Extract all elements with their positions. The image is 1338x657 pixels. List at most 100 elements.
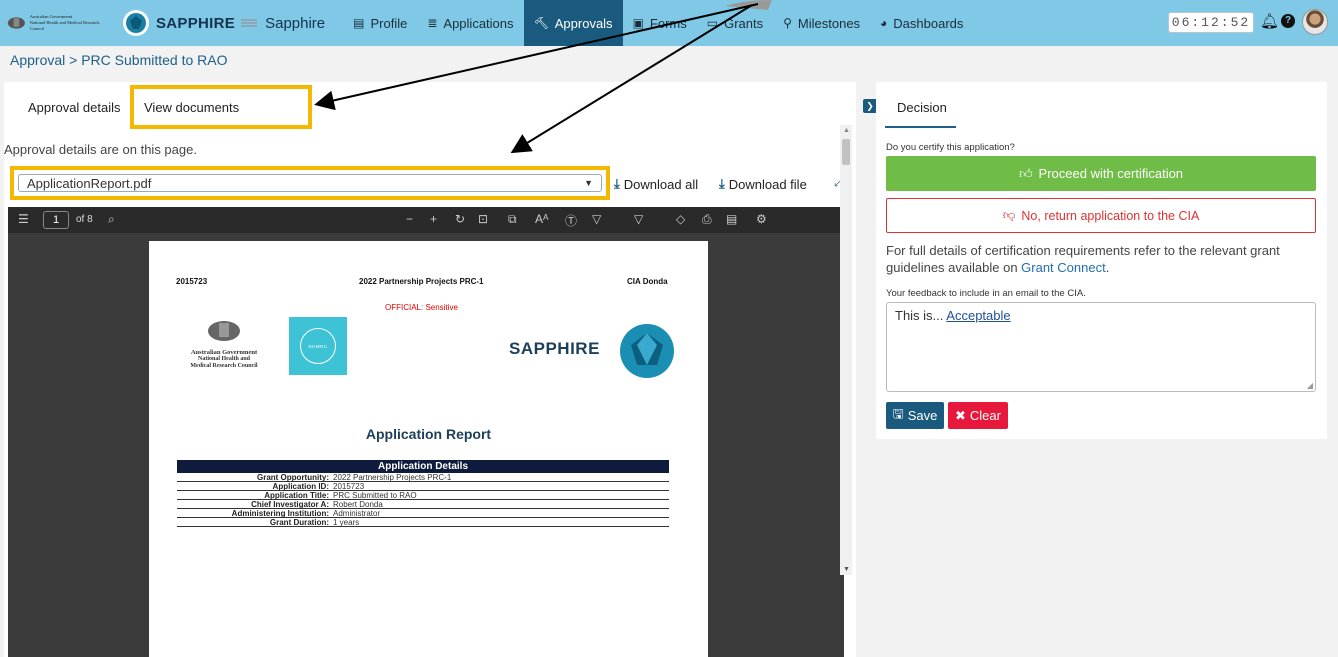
sapphire-gem-icon xyxy=(620,324,674,378)
download-file-button[interactable]: ⤓ Download file xyxy=(719,176,807,192)
avatar[interactable] xyxy=(1302,9,1328,35)
gov-line2: National Health and Medical Research Cou… xyxy=(29,20,100,31)
collapse-panel-icon[interactable]: ❯ xyxy=(863,99,877,113)
nav-approvals[interactable]: 🔨︎ Approvals xyxy=(523,0,623,46)
nav-grants[interactable]: ▭ Grants xyxy=(697,0,773,46)
zoom-out-icon[interactable]: − xyxy=(406,212,413,226)
bell-icon[interactable]: 🔔︎ xyxy=(1260,12,1279,30)
nav-dashboards[interactable]: ◕ Dashboards xyxy=(870,0,973,46)
grant-connect-link[interactable]: Grant Connect xyxy=(1021,260,1106,275)
pdf-scrollbar[interactable]: ▲ ▼ xyxy=(840,125,852,575)
table-row: Application ID: 2015723 xyxy=(177,482,669,491)
sapphire-logo-icon[interactable] xyxy=(122,9,150,37)
pdf-page: 2015723 2022 Partnership Projects PRC-1 … xyxy=(149,241,708,657)
nav-profile[interactable]: ▤ Profile xyxy=(343,0,417,46)
table-row: Application Title: PRC Submitted to RAO xyxy=(177,491,669,500)
form-icon: ▣ xyxy=(632,16,644,30)
chevron-down-icon: ▼ xyxy=(584,178,593,188)
pdf-gov-logo: Australian Government National Health an… xyxy=(179,315,269,370)
autocorrect-word[interactable]: Acceptable xyxy=(946,308,1010,323)
draw-icon[interactable]: ▽ xyxy=(634,212,643,226)
certification-info: For full details of certification requir… xyxy=(886,243,1280,275)
decision-panel: Decision Do you certify this application… xyxy=(876,82,1327,439)
feedback-label: Your feedback to include in an email to … xyxy=(886,288,1086,299)
nav-forms[interactable]: ▣ Forms xyxy=(623,0,697,46)
scrollbar-thumb[interactable] xyxy=(842,139,850,165)
save-icon[interactable]: ▤ xyxy=(726,212,737,226)
pdf-classification: OFFICIAL: Sensitive xyxy=(385,303,458,312)
text-size-icon[interactable]: Aᴬ xyxy=(535,212,548,226)
nav-milestones[interactable]: ⚲ Milestones xyxy=(773,0,870,46)
page-total: of 8 xyxy=(76,214,93,225)
thumbs-down-icon: 👎︎ xyxy=(1002,208,1016,222)
eraser-icon[interactable]: ◇ xyxy=(676,212,685,226)
page-view-icon[interactable]: ⧉ xyxy=(508,212,517,227)
tab-view-documents[interactable]: View documents xyxy=(144,100,239,115)
monitor-icon: ▭ xyxy=(706,16,719,30)
id-card-icon: ▤ xyxy=(353,16,365,30)
brand-name[interactable]: SAPPHIRE xyxy=(156,15,235,32)
pdf-nhmrc-logo: NHMRC xyxy=(289,317,347,375)
dashboard-icon: ◕ xyxy=(880,16,888,30)
close-icon: ✖ xyxy=(955,407,966,423)
download-all-button[interactable]: ⤓ Download all xyxy=(614,176,698,192)
scroll-up-icon[interactable]: ▲ xyxy=(843,127,850,134)
app-name[interactable]: Sapphire xyxy=(265,15,325,32)
clear-button[interactable]: ✖ Clear xyxy=(948,402,1008,429)
zoom-in-icon[interactable]: + xyxy=(430,212,437,226)
thumbs-up-icon: 👍︎ xyxy=(1018,165,1033,181)
map-pin-icon: ⚲ xyxy=(783,16,792,30)
download-icon: ⤓ xyxy=(614,176,620,191)
tab-approval-details[interactable]: Approval details xyxy=(28,100,121,115)
pdf-table-title: Application Details xyxy=(177,460,669,473)
pdf-viewer: ☰ 1 of 8 ⌕ − + ↻ ⊡ ⧉ Aᴬ Ⓣ ▽ ▽ ◇ ⎙ ▤ ⚙ 20… xyxy=(8,207,844,657)
table-row: Chief Investigator A: Robert Donda xyxy=(177,500,669,509)
resize-handle-icon[interactable]: ◢ xyxy=(1307,381,1313,390)
document-select-value: ApplicationReport.pdf xyxy=(27,175,152,191)
table-row: Grant Duration: 1 years xyxy=(177,518,669,527)
pdf-details-table: Application Details Grant Opportunity: 20… xyxy=(177,460,669,527)
pdf-report-title: Application Report xyxy=(365,426,492,442)
session-timer: 06:12:52 xyxy=(1168,12,1254,33)
search-icon[interactable]: ⌕ xyxy=(108,212,115,227)
top-navbar: Australian Government National Health an… xyxy=(0,0,1338,46)
approval-hint: Approval details are on this page. xyxy=(4,142,197,157)
save-button[interactable]: 🖫︎ Save xyxy=(886,402,944,429)
tab-decision[interactable]: Decision xyxy=(897,100,947,115)
rotate-icon[interactable]: ↻ xyxy=(455,212,465,226)
page-number-input[interactable]: 1 xyxy=(43,211,69,229)
highlight-box-select: ApplicationReport.pdf ▼ xyxy=(10,166,610,200)
approval-panel: Approval details View documents Approval… xyxy=(4,82,856,657)
pdf-header-cia: CIA Donda xyxy=(627,277,668,286)
table-row: Grant Opportunity: 2022 Partnership Proje… xyxy=(177,473,669,482)
gavel-icon: 🔨︎ xyxy=(533,16,549,30)
download-icon: ⤓ xyxy=(719,176,725,191)
breadcrumb: Approval > PRC Submitted to RAO xyxy=(10,52,228,68)
coat-of-arms-icon xyxy=(7,17,25,29)
pdf-header-id: 2015723 xyxy=(176,277,208,286)
floppy-icon: 🖫︎ xyxy=(892,405,904,421)
list-icon: ≣ xyxy=(427,16,438,30)
table-row: Administering Institution: Administrator xyxy=(177,509,669,518)
highlight-icon[interactable]: ▽ xyxy=(592,212,601,226)
brand-tagline-icon xyxy=(241,19,258,27)
certify-question: Do you certify this application? xyxy=(886,142,1015,153)
nav-applications[interactable]: ≣ Applications xyxy=(417,0,523,46)
help-icon[interactable]: ? xyxy=(1281,14,1295,28)
feedback-textarea[interactable]: This is... Acceptable ◢ xyxy=(886,302,1316,392)
settings-icon[interactable]: ⚙ xyxy=(756,212,767,226)
document-select[interactable]: ApplicationReport.pdf ▼ xyxy=(18,174,602,192)
print-icon[interactable]: ⎙ xyxy=(702,212,712,227)
government-logo: Australian Government National Health an… xyxy=(6,12,110,34)
sidebar-toggle-icon[interactable]: ☰ xyxy=(18,212,29,226)
proceed-certification-button[interactable]: 👍︎ Proceed with certification xyxy=(886,156,1316,191)
text-tool-icon[interactable]: Ⓣ xyxy=(565,212,577,229)
pdf-header-scheme: 2022 Partnership Projects PRC-1 xyxy=(359,277,484,286)
fit-page-icon[interactable]: ⊡ xyxy=(478,212,488,226)
tab-underline xyxy=(885,126,956,128)
pdf-sapphire-wordmark: SAPPHIRE xyxy=(509,339,600,358)
pdf-toolbar: ☰ 1 of 8 ⌕ − + ↻ ⊡ ⧉ Aᴬ Ⓣ ▽ ▽ ◇ ⎙ ▤ ⚙ xyxy=(8,207,844,233)
return-to-cia-button[interactable]: 👎︎ No, return application to the CIA xyxy=(886,198,1316,233)
coat-of-arms-icon xyxy=(208,321,240,341)
scroll-down-icon[interactable]: ▼ xyxy=(843,566,850,573)
